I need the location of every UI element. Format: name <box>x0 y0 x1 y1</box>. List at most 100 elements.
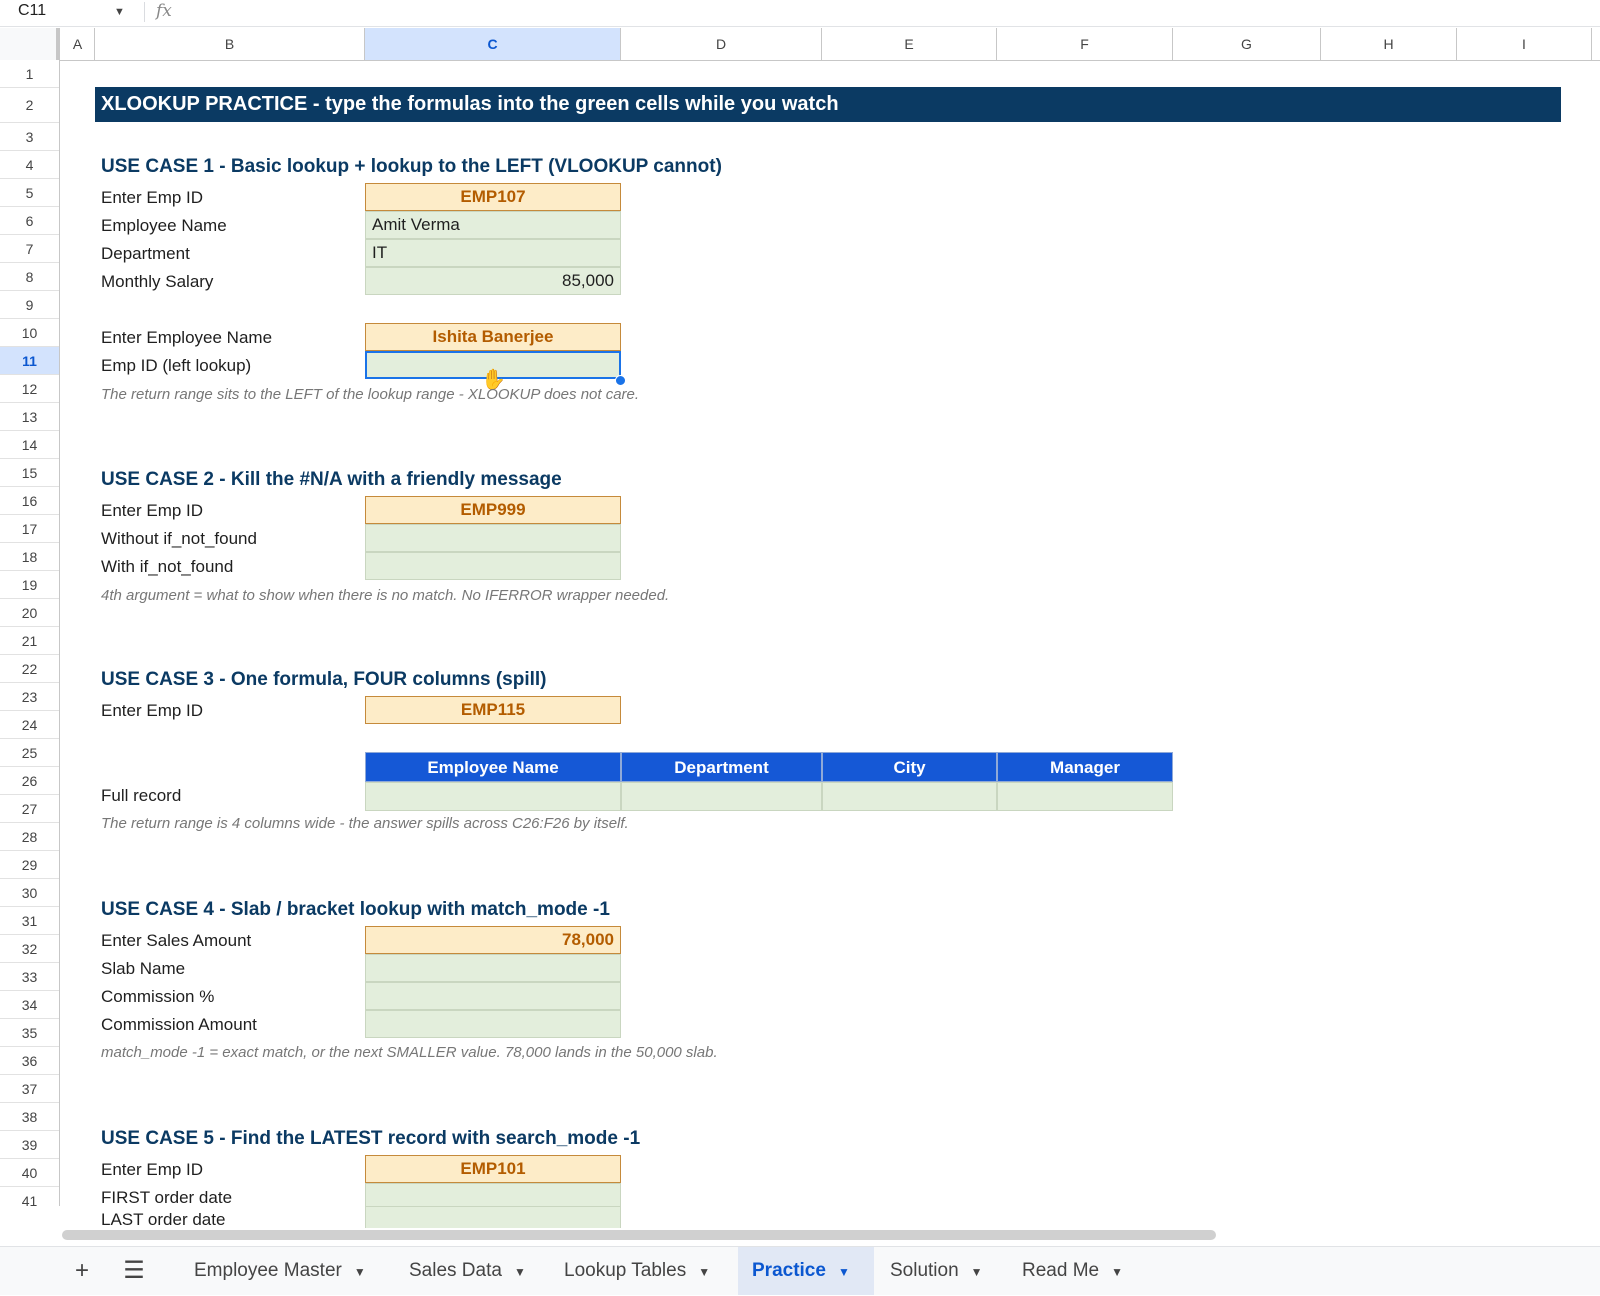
row-header-2[interactable]: 2 <box>0 88 59 123</box>
plus-icon[interactable]: + <box>66 1247 98 1295</box>
row-header-5[interactable]: 5 <box>0 179 59 207</box>
table-header-manager: Manager <box>997 752 1173 782</box>
chevron-down-icon[interactable]: ▼ <box>971 1265 983 1279</box>
commission-percent-output[interactable] <box>365 982 621 1010</box>
emp-id-input[interactable]: EMP999 <box>365 496 621 524</box>
employee-name-input[interactable]: Ishita Banerjee <box>365 323 621 351</box>
row-header-8[interactable]: 8 <box>0 263 59 291</box>
column-header-h[interactable]: H <box>1321 28 1457 60</box>
column-header-e[interactable]: E <box>822 28 997 60</box>
department-output[interactable]: IT <box>365 239 621 267</box>
row-header-20[interactable]: 20 <box>0 599 59 627</box>
menu-icon[interactable]: ☰ <box>118 1247 150 1295</box>
chevron-down-icon[interactable]: ▼ <box>514 1265 526 1279</box>
column-header-g[interactable]: G <box>1173 28 1321 60</box>
row-header-18[interactable]: 18 <box>0 543 59 571</box>
use-case-3-note: The return range is 4 columns wide - the… <box>101 815 629 832</box>
chevron-down-icon[interactable]: ▼ <box>698 1265 710 1279</box>
fill-handle[interactable] <box>615 375 626 386</box>
row-header-27[interactable]: 27 <box>0 795 59 823</box>
row-header-39[interactable]: 39 <box>0 1131 59 1159</box>
last-order-date-output[interactable] <box>365 1206 621 1228</box>
row-header-10[interactable]: 10 <box>0 319 59 347</box>
full-record-cell[interactable] <box>822 782 997 811</box>
column-header-d[interactable]: D <box>621 28 822 60</box>
emp-id-input[interactable]: EMP115 <box>365 696 621 724</box>
row-header-15[interactable]: 15 <box>0 459 59 487</box>
row-header-6[interactable]: 6 <box>0 207 59 235</box>
use-case-2-heading: USE CASE 2 - Kill the #N/A with a friend… <box>101 469 562 490</box>
row-header-22[interactable]: 22 <box>0 655 59 683</box>
emp-id-input[interactable]: EMP107 <box>365 183 621 211</box>
slab-name-label: Slab Name <box>101 959 186 978</box>
row-header-29[interactable]: 29 <box>0 851 59 879</box>
row-header-24[interactable]: 24 <box>0 711 59 739</box>
row-header-32[interactable]: 32 <box>0 935 59 963</box>
employee-name-output[interactable]: Amit Verma <box>365 211 621 239</box>
column-header-c[interactable]: C <box>365 28 621 60</box>
full-record-cell[interactable] <box>997 782 1173 811</box>
row-header: 1 2 3 4 5 6 7 8 9 10 11 12 13 14 15 16 17 18 19 20 21 22 23 24 2… <box>0 60 60 1206</box>
row-header-11[interactable]: 11 <box>0 347 59 375</box>
row-header-40[interactable]: 40 <box>0 1159 59 1187</box>
tab-solution[interactable]: Solution ▼ <box>876 1247 997 1295</box>
row-header-28[interactable]: 28 <box>0 823 59 851</box>
row-header-7[interactable]: 7 <box>0 235 59 263</box>
monthly-salary-output[interactable]: 85,000 <box>365 267 621 295</box>
emp-id-input[interactable]: EMP101 <box>365 1155 621 1183</box>
horizontal-scrollbar[interactable] <box>62 1230 1216 1240</box>
row-header-23[interactable]: 23 <box>0 683 59 711</box>
tab-lookup-tables[interactable]: Lookup Tables ▼ <box>550 1247 724 1295</box>
column-header-b[interactable]: B <box>95 28 365 60</box>
row-header-25[interactable]: 25 <box>0 739 59 767</box>
chevron-down-icon[interactable]: ▼ <box>1111 1265 1123 1279</box>
row-header-14[interactable]: 14 <box>0 431 59 459</box>
divider <box>144 2 145 22</box>
row-header-35[interactable]: 35 <box>0 1019 59 1047</box>
row-header-31[interactable]: 31 <box>0 907 59 935</box>
row-header-37[interactable]: 37 <box>0 1075 59 1103</box>
column-header: A B C D E F G H I <box>0 28 1600 61</box>
chevron-down-icon[interactable]: ▼ <box>114 1 125 23</box>
chevron-down-icon[interactable]: ▼ <box>354 1265 366 1279</box>
row-header-12[interactable]: 12 <box>0 375 59 403</box>
row-header-3[interactable]: 3 <box>0 123 59 151</box>
row-header-26[interactable]: 26 <box>0 767 59 795</box>
tab-practice[interactable]: Practice ▼ <box>738 1247 874 1295</box>
tab-read-me[interactable]: Read Me ▼ <box>1008 1247 1137 1295</box>
row-header-17[interactable]: 17 <box>0 515 59 543</box>
column-header-i[interactable]: I <box>1457 28 1592 60</box>
row-header-33[interactable]: 33 <box>0 963 59 991</box>
full-record-cell[interactable] <box>621 782 822 811</box>
row-header-21[interactable]: 21 <box>0 627 59 655</box>
row-header-36[interactable]: 36 <box>0 1047 59 1075</box>
tab-sales-data[interactable]: Sales Data ▼ <box>395 1247 540 1295</box>
tab-employee-master[interactable]: Employee Master ▼ <box>180 1247 380 1295</box>
select-all-corner[interactable] <box>0 28 60 60</box>
sales-amount-input[interactable]: 78,000 <box>365 926 621 954</box>
row-header-9[interactable]: 9 <box>0 291 59 319</box>
row-header-19[interactable]: 19 <box>0 571 59 599</box>
row-header-1[interactable]: 1 <box>0 60 59 88</box>
formula-bar: C11 ▼ fx <box>0 0 1600 27</box>
row-header-34[interactable]: 34 <box>0 991 59 1019</box>
column-header-a[interactable]: A <box>61 28 95 60</box>
use-case-5-heading: USE CASE 5 - Find the LATEST record with… <box>101 1128 641 1149</box>
sales-amount-label: Enter Sales Amount <box>101 931 252 950</box>
row-header-41[interactable]: 41 <box>0 1187 59 1206</box>
column-header-f[interactable]: F <box>997 28 1173 60</box>
full-record-cell[interactable] <box>365 782 621 811</box>
with-if-not-found-output[interactable] <box>365 552 621 580</box>
use-case-4-heading: USE CASE 4 - Slab / bracket lookup with … <box>101 899 610 920</box>
row-header-38[interactable]: 38 <box>0 1103 59 1131</box>
row-header-16[interactable]: 16 <box>0 487 59 515</box>
commission-amount-output[interactable] <box>365 1010 621 1038</box>
name-box[interactable]: C11 ▼ <box>10 0 132 22</box>
without-if-not-found-output[interactable] <box>365 524 621 552</box>
chevron-down-icon[interactable]: ▼ <box>838 1265 850 1279</box>
page-title: XLOOKUP PRACTICE - type the formulas int… <box>95 87 1561 122</box>
row-header-13[interactable]: 13 <box>0 403 59 431</box>
slab-name-output[interactable] <box>365 954 621 982</box>
row-header-30[interactable]: 30 <box>0 879 59 907</box>
row-header-4[interactable]: 4 <box>0 151 59 179</box>
